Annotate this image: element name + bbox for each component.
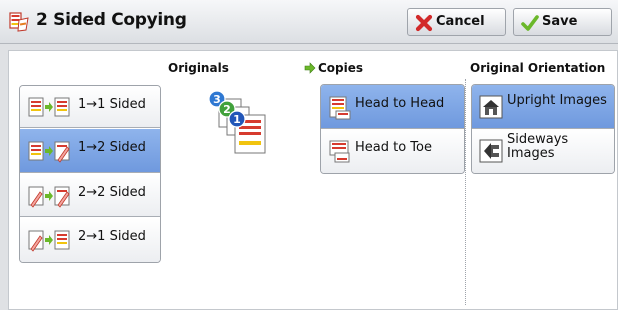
- copies-header: Copies: [318, 61, 364, 75]
- head-to-toe-icon: [329, 140, 350, 163]
- one-to-two-sided-icon: [28, 141, 70, 163]
- originals-badge-2: 2: [223, 103, 231, 116]
- option-2-2-sided[interactable]: 2→2 Sided: [20, 174, 160, 217]
- title-bar: 2 Sided Copying Cancel Save: [0, 0, 618, 44]
- option-sideways-images[interactable]: Sideways Images: [472, 129, 614, 173]
- originals-stack-icon: 3 2 1: [208, 90, 266, 154]
- orientation-options-list: Upright Images Sideways Images: [471, 84, 615, 174]
- arrow-right-icon: [304, 62, 316, 74]
- option-label: 2→1 Sided: [78, 229, 146, 244]
- copies-options-list: Head to Head Head to Toe: [320, 84, 465, 174]
- originals-badge-3: 3: [213, 93, 221, 106]
- option-1-1-sided[interactable]: 1→1 Sided: [20, 86, 160, 128]
- cancel-button-label: Cancel: [436, 14, 485, 29]
- head-to-head-icon: [329, 96, 351, 120]
- option-label: Upright Images: [507, 93, 607, 108]
- two-to-one-sided-icon: [28, 230, 70, 252]
- option-upright-images[interactable]: Upright Images: [472, 85, 614, 129]
- cancel-button[interactable]: Cancel: [407, 8, 506, 36]
- house-icon: [479, 95, 503, 119]
- two-to-two-sided-icon: [28, 186, 70, 208]
- orientation-header: Original Orientation: [470, 61, 606, 75]
- option-label: 1→2 Sided: [78, 140, 146, 155]
- option-head-to-toe[interactable]: Head to Toe: [321, 129, 464, 173]
- sided-options-list: 1→1 Sided 1→2 Sided 2→2 Sided 2→1 Sided: [19, 85, 161, 263]
- originals-badge-1: 1: [233, 113, 241, 126]
- close-icon: [415, 14, 433, 32]
- checkmark-icon: [521, 15, 539, 31]
- one-to-one-sided-icon: [28, 97, 70, 117]
- save-button[interactable]: Save: [513, 8, 612, 36]
- page-title: 2 Sided Copying: [36, 10, 187, 30]
- two-sided-copy-icon: [9, 12, 29, 32]
- option-1-2-sided[interactable]: 1→2 Sided: [20, 129, 160, 173]
- save-button-label: Save: [542, 14, 578, 29]
- section-divider: [465, 79, 466, 305]
- option-label: Head to Toe: [355, 140, 432, 155]
- option-label: Head to Head: [355, 96, 445, 111]
- option-2-1-sided[interactable]: 2→1 Sided: [20, 218, 160, 262]
- option-label: 2→2 Sided: [78, 185, 146, 200]
- originals-header: Originals: [168, 61, 229, 75]
- option-head-to-head[interactable]: Head to Head: [321, 85, 464, 129]
- option-label: Sideways Images: [507, 132, 569, 161]
- settings-panel: 1→1 Sided 1→2 Sided 2→2 Sided 2→1 Sided …: [8, 50, 618, 310]
- sideways-house-icon: [479, 139, 503, 163]
- option-label: 1→1 Sided: [78, 97, 146, 112]
